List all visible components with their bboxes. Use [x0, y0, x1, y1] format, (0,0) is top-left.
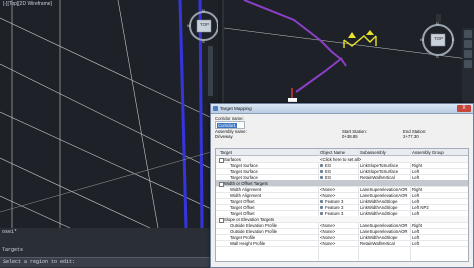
command-prompt-text: Select a region to edit:	[3, 259, 76, 265]
set-all-link[interactable]: <Click here to set all>	[320, 157, 361, 162]
table-row[interactable]: Wall Height Profile <None> RetainWallVer…	[216, 240, 468, 247]
end-station-value: 2+77.30	[403, 134, 419, 139]
start-station-value: 0+38.85	[342, 134, 358, 139]
surface-icon	[320, 175, 323, 179]
compass-w-right: W	[420, 37, 424, 42]
surface-icon	[320, 169, 323, 173]
compass-s-right: S	[436, 54, 439, 59]
command-prompt[interactable]: Select a region to edit:	[0, 257, 210, 267]
dialog-title: Target Mapping	[220, 106, 252, 111]
viewport-label[interactable]: [-][Top][2D Wireframe]	[3, 1, 52, 7]
grid-header: Target Object Name Subassembly Assembly …	[216, 149, 468, 156]
surface-icon	[320, 163, 323, 167]
zoom-icon[interactable]	[464, 40, 472, 48]
viewcube[interactable]: TOP N E S W	[186, 8, 218, 44]
viewcube-right[interactable]: TOP N E S W	[418, 20, 458, 60]
group-label: Width or Offset Targets	[224, 180, 268, 186]
feature-line-icon	[320, 205, 323, 209]
corridor-name-value: Corridor1	[217, 122, 237, 128]
navigation-bar[interactable]	[208, 46, 213, 96]
feature-line-icon	[320, 199, 323, 203]
compass-n: N	[202, 8, 205, 13]
compass-n-right: N	[436, 21, 439, 26]
col-subassembly[interactable]: Subassembly	[360, 150, 386, 155]
viewcube-top-label: TOP	[200, 22, 210, 27]
corridor-name-field[interactable]: Corridor1	[215, 121, 245, 129]
col-object-name[interactable]: Object Name	[320, 150, 345, 155]
pan-icon[interactable]	[464, 30, 472, 38]
orbit-icon[interactable]	[464, 50, 472, 58]
viewcube-top-label-right: TOP	[434, 36, 444, 41]
target-mapping-dialog: Target Mapping X Corridor name: Corridor…	[210, 103, 474, 268]
compass-s: S	[202, 39, 205, 44]
compass-e: E	[217, 23, 218, 28]
col-target[interactable]: Target	[220, 150, 232, 155]
dialog-app-icon	[213, 106, 218, 111]
command-history-2: Targets	[2, 247, 24, 253]
compass-w: W	[187, 23, 191, 28]
command-line[interactable]: ose1* Targets Select a region to edit:	[0, 228, 210, 268]
group-label: Slope or Elevation Targets	[224, 216, 275, 222]
command-history-1: ose1*	[2, 229, 18, 235]
dialog-titlebar[interactable]: Target Mapping X	[211, 104, 473, 114]
left-viewport[interactable]: [-][Top][2D Wireframe] TOP N E S W	[0, 0, 218, 228]
compass-e-right: E	[452, 37, 455, 42]
feature-line-icon	[320, 211, 323, 215]
assembly-name-value: Driveway	[215, 134, 233, 139]
col-assembly-group[interactable]: Assembly Group	[412, 150, 444, 155]
target-grid[interactable]: Target Object Name Subassembly Assembly …	[215, 148, 469, 262]
showmotion-icon[interactable]	[464, 60, 472, 68]
group-label: Surfaces	[224, 156, 241, 162]
close-button[interactable]: X	[457, 105, 471, 112]
